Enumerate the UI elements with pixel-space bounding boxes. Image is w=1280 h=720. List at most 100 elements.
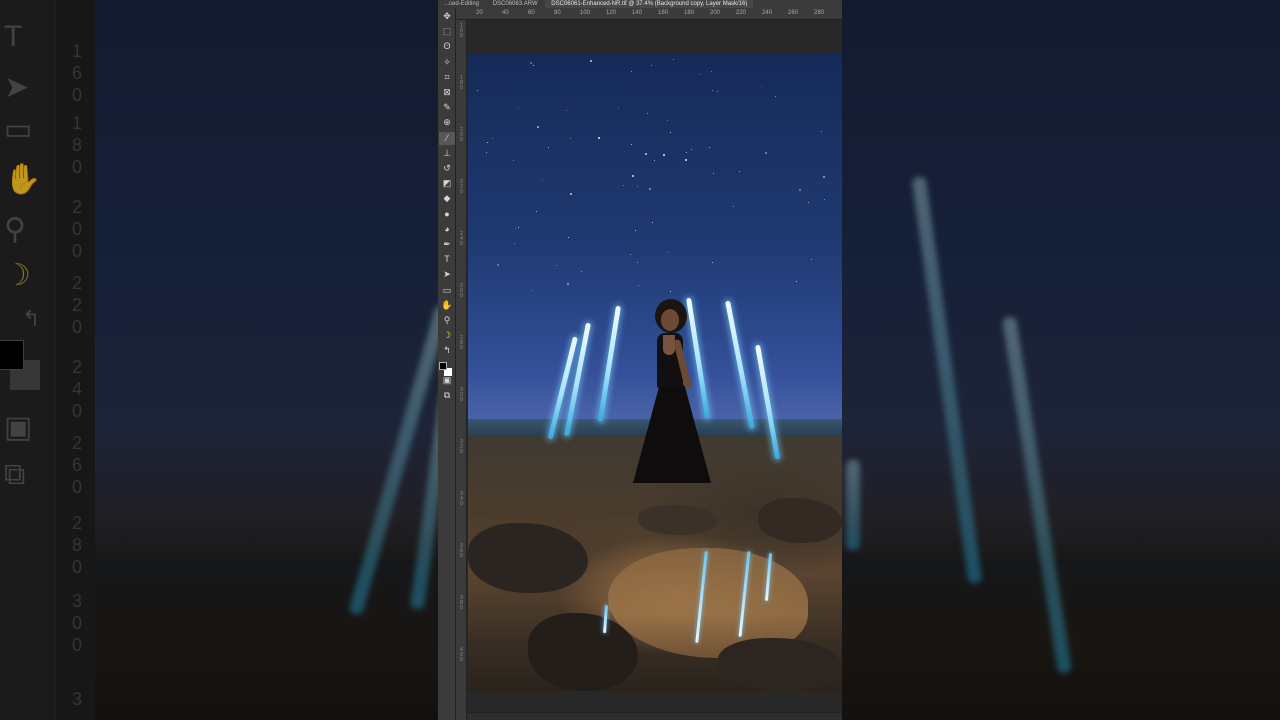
photo-star [636, 262, 638, 264]
tools-panel: ✥ ⬚ ʘ ✧ ⌗ ⊠ ✎ ⊕ ⁄ ⊥ ↺ ◩ ◆ ● ◕ ✒ T ➤ ▭ ✋ ⚲ ☽ ↰ ▣ ⧉ [438, 8, 456, 720]
document-tab-active[interactable]: DSC06061-Enhanced-NR.tif @ 37.4% (Backgr… [545, 0, 754, 8]
banana-icon[interactable]: ☽ [439, 329, 455, 342]
frame-tool-icon[interactable]: ⊠ [439, 86, 455, 99]
ruler-tick-label: 60 [528, 10, 535, 16]
photo-star [810, 259, 812, 261]
photo-star [691, 149, 693, 151]
ruler-tick-label: 320 [460, 439, 463, 455]
photo-star [631, 174, 634, 177]
photo-star [496, 264, 499, 267]
photo-star [666, 119, 668, 121]
photo-star [556, 265, 558, 267]
dodge-tool-icon[interactable]: ◕ [439, 223, 455, 236]
photo-star [808, 201, 810, 203]
photo-star [517, 226, 519, 228]
healing-brush-tool-icon[interactable]: ⊕ [439, 116, 455, 129]
photo-woman-silhouette [625, 299, 715, 489]
paint-bucket-tool-icon[interactable]: ◆ [439, 192, 455, 205]
photo-star [617, 106, 619, 108]
clone-stamp-tool-icon[interactable]: ⊥ [439, 147, 455, 160]
foreground-color-swatch[interactable] [439, 362, 447, 370]
photo-star [635, 230, 637, 232]
ruler-tick-label: 160 [658, 10, 669, 16]
quick-mask-icon[interactable]: ▣ [439, 374, 455, 387]
ruler-tick-label: 200 [460, 127, 463, 143]
photo-star [823, 199, 825, 201]
document-tab[interactable]: ...ced-Editing [438, 0, 485, 8]
horizontal-ruler[interactable]: 20 40 60 80 100 120 140 160 180 200 220 240 260 280 [456, 8, 842, 20]
photo-star [598, 137, 601, 139]
eraser-tool-icon[interactable]: ◩ [439, 177, 455, 190]
photo-star [536, 125, 539, 128]
photo-star [644, 152, 647, 155]
eyedropper-tool-icon[interactable]: ✎ [439, 101, 455, 114]
photo-star [650, 65, 652, 67]
photo-star [477, 90, 479, 92]
photo-star [796, 280, 798, 282]
rectangle-tool-icon[interactable]: ▭ [439, 284, 455, 297]
photo-star [547, 147, 549, 149]
photo-star [798, 189, 801, 192]
lasso-tool-icon[interactable]: ʘ [439, 40, 455, 53]
ruler-tick-label: 140 [632, 10, 643, 16]
history-brush-tool-icon[interactable]: ↺ [439, 162, 455, 175]
magic-wand-tool-icon[interactable]: ✧ [439, 56, 455, 69]
photo-star [712, 261, 714, 263]
photo-star [673, 58, 675, 60]
ruler-tick-label: 100 [580, 10, 591, 16]
photo-star [590, 59, 593, 62]
hand-tool-icon[interactable]: ✋ [439, 299, 455, 312]
type-tool-icon[interactable]: T [439, 253, 455, 266]
ruler-tick-label: 200 [710, 10, 721, 16]
document-canvas-photo[interactable] [468, 53, 842, 691]
photo-star [568, 236, 570, 238]
photo-star [637, 285, 639, 287]
photo-star [647, 113, 649, 115]
photo-star [670, 132, 672, 134]
screen-mode-icon[interactable]: ⧉ [439, 389, 455, 402]
photo-star [711, 71, 713, 73]
photo-star [711, 89, 713, 91]
photo-star [764, 151, 767, 154]
photo-star [514, 243, 516, 245]
photo-star [566, 282, 569, 285]
ruler-tick-label: 400 [460, 647, 463, 663]
photo-star [570, 137, 572, 139]
photo-star [630, 71, 632, 73]
photo-star [669, 290, 671, 292]
ruler-tick-label: 220 [736, 10, 747, 16]
ruler-tick-label: 240 [460, 231, 463, 247]
photo-star [821, 130, 823, 132]
ruler-tick-label: 80 [554, 10, 561, 16]
photo-light-beam [597, 305, 621, 422]
photo-star [653, 159, 655, 161]
ruler-tick-label: 380 [460, 595, 463, 611]
crop-tool-icon[interactable]: ⌗ [439, 71, 455, 84]
photo-star [533, 65, 535, 67]
vertical-ruler[interactable]: 160 180 200 220 240 260 280 300 320 340 360 380 400 [456, 20, 467, 720]
photo-star [716, 90, 718, 92]
ruler-tick-label: 180 [460, 75, 463, 91]
document-tab-bar: ...ced-Editing DSC06063.ARW DSC06061-Enh… [438, 0, 842, 8]
brush-tool-icon[interactable]: ⁄ [439, 131, 455, 145]
photo-star [733, 206, 735, 208]
zoom-tool-icon[interactable]: ⚲ [439, 314, 455, 327]
ruler-tick-label: 160 [460, 23, 463, 39]
document-tab[interactable]: DSC06063.ARW [487, 0, 544, 8]
photo-star [630, 143, 632, 145]
photo-star [652, 221, 654, 223]
move-tool-icon[interactable]: ✥ [439, 10, 455, 23]
ruler-tick-label: 220 [460, 179, 463, 195]
blur-tool-icon[interactable]: ● [439, 208, 455, 221]
photo-star [565, 109, 567, 111]
path-selection-tool-icon[interactable]: ➤ [439, 268, 455, 281]
ruler-tick-label: 40 [502, 10, 509, 16]
photo-star [542, 179, 544, 181]
photo-star [518, 106, 520, 108]
photo-star [530, 61, 533, 64]
swap-colors-icon[interactable]: ↰ [439, 344, 455, 357]
pen-tool-icon[interactable]: ✒ [439, 238, 455, 251]
photo-star [823, 176, 825, 179]
marquee-tool-icon[interactable]: ⬚ [439, 25, 455, 38]
photo-star [738, 171, 740, 173]
